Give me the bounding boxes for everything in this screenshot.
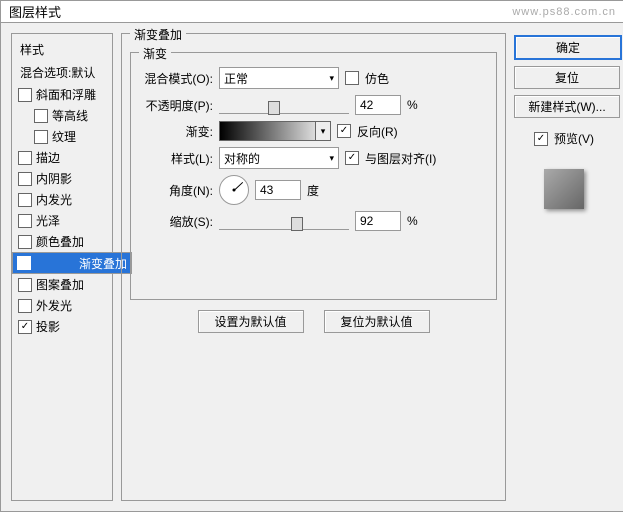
checkbox-icon[interactable] [18, 88, 32, 102]
sidebar-item-inner-glow[interactable]: 内发光 [12, 189, 112, 210]
sidebar-item-texture[interactable]: 纹理 [12, 126, 112, 147]
checkbox-icon[interactable] [34, 109, 48, 123]
row-scale: 缩放(S): 92 % [139, 211, 488, 231]
main-panel: 渐变叠加 渐变 混合模式(O): 正常▾ 仿色 不透明度(P): 42 % [121, 33, 506, 501]
scale-label: 缩放(S): [139, 213, 213, 230]
scale-unit: % [407, 214, 418, 228]
preview-row: 预览(V) [514, 130, 614, 147]
layer-style-dialog: 图层样式 www.ps88.com.cn 样式 混合选项:默认 斜面和浮雕 等高… [0, 0, 623, 512]
row-blend-mode: 混合模式(O): 正常▾ 仿色 [139, 67, 488, 89]
slider-thumb-icon[interactable] [291, 217, 303, 231]
group-gradient-overlay: 渐变叠加 渐变 混合模式(O): 正常▾ 仿色 不透明度(P): 42 % [121, 33, 506, 501]
reverse-checkbox[interactable] [337, 124, 351, 138]
align-checkbox[interactable] [345, 151, 359, 165]
checkbox-icon[interactable] [18, 320, 32, 334]
checkbox-icon[interactable] [18, 172, 32, 186]
slider-thumb-icon[interactable] [268, 101, 280, 115]
reverse-label: 反向(R) [357, 123, 398, 140]
sidebar-item-contour[interactable]: 等高线 [12, 105, 112, 126]
subgroup-gradient: 渐变 混合模式(O): 正常▾ 仿色 不透明度(P): 42 % [130, 52, 497, 300]
checkbox-icon[interactable] [18, 193, 32, 207]
make-default-button[interactable]: 设置为默认值 [198, 310, 304, 333]
style-list: 样式 混合选项:默认 斜面和浮雕 等高线 纹理 描边 内阴影 内发光 光泽 颜色… [11, 33, 113, 501]
angle-input[interactable]: 43 [255, 180, 301, 200]
dialog-body: 样式 混合选项:默认 斜面和浮雕 等高线 纹理 描边 内阴影 内发光 光泽 颜色… [1, 23, 623, 511]
angle-label: 角度(N): [139, 182, 213, 199]
angle-dial[interactable] [219, 175, 249, 205]
scale-input[interactable]: 92 [355, 211, 401, 231]
checkbox-icon[interactable] [18, 235, 32, 249]
gradient-picker[interactable]: ▾ [219, 121, 331, 141]
blending-options[interactable]: 混合选项:默认 [12, 61, 112, 84]
titlebar[interactable]: 图层样式 www.ps88.com.cn [1, 1, 623, 23]
scale-slider[interactable] [219, 213, 349, 230]
dialog-title: 图层样式 [9, 2, 61, 21]
checkbox-icon[interactable] [18, 278, 32, 292]
sidebar-item-outer-glow[interactable]: 外发光 [12, 295, 112, 316]
blend-mode-label: 混合模式(O): [139, 70, 213, 87]
default-buttons: 设置为默认值 复位为默认值 [130, 310, 497, 333]
blend-mode-select[interactable]: 正常▾ [219, 67, 339, 89]
chevron-down-icon: ▾ [329, 153, 334, 164]
sidebar-item-pattern-overlay[interactable]: 图案叠加 [12, 274, 112, 295]
row-angle: 角度(N): 43 度 [139, 175, 488, 205]
checkbox-icon[interactable] [18, 299, 32, 313]
cancel-button[interactable]: 复位 [514, 66, 620, 89]
opacity-label: 不透明度(P): [139, 97, 213, 114]
checkbox-icon[interactable] [18, 214, 32, 228]
chevron-down-icon: ▾ [329, 73, 334, 84]
style-label: 样式(L): [139, 150, 213, 167]
row-opacity: 不透明度(P): 42 % [139, 95, 488, 115]
preview-label: 预览(V) [554, 130, 594, 147]
row-style: 样式(L): 对称的▾ 与图层对齐(I) [139, 147, 488, 169]
opacity-slider[interactable] [219, 97, 349, 114]
angle-unit: 度 [307, 182, 319, 199]
sidebar-item-inner-shadow[interactable]: 内阴影 [12, 168, 112, 189]
group-title: 渐变叠加 [130, 26, 186, 43]
opacity-input[interactable]: 42 [355, 95, 401, 115]
preview-checkbox[interactable] [534, 132, 548, 146]
sidebar-item-drop-shadow[interactable]: 投影 [12, 316, 112, 337]
watermark: www.ps88.com.cn [512, 6, 616, 18]
dither-label: 仿色 [365, 70, 389, 87]
gradient-label: 渐变: [139, 123, 213, 140]
sidebar-item-gradient-overlay[interactable]: 渐变叠加 [12, 252, 132, 274]
sidebar-item-satin[interactable]: 光泽 [12, 210, 112, 231]
align-label: 与图层对齐(I) [365, 150, 436, 167]
opacity-unit: % [407, 98, 418, 112]
chevron-down-icon[interactable]: ▾ [315, 122, 330, 140]
checkbox-icon[interactable] [34, 130, 48, 144]
ok-button[interactable]: 确定 [514, 35, 622, 60]
style-select[interactable]: 对称的▾ [219, 147, 339, 169]
reset-default-button[interactable]: 复位为默认值 [324, 310, 430, 333]
dither-checkbox[interactable] [345, 71, 359, 85]
preview-thumbnail [544, 169, 584, 209]
right-panel: 确定 复位 新建样式(W)... 预览(V) [514, 33, 614, 501]
subgroup-title: 渐变 [139, 45, 171, 62]
checkbox-icon[interactable] [17, 256, 31, 270]
row-gradient: 渐变: ▾ 反向(R) [139, 121, 488, 141]
sidebar-item-stroke[interactable]: 描边 [12, 147, 112, 168]
checkbox-icon[interactable] [18, 151, 32, 165]
sidebar-item-color-overlay[interactable]: 颜色叠加 [12, 231, 112, 252]
new-style-button[interactable]: 新建样式(W)... [514, 95, 620, 118]
sidebar-item-bevel[interactable]: 斜面和浮雕 [12, 84, 112, 105]
sidebar-header[interactable]: 样式 [12, 38, 112, 61]
